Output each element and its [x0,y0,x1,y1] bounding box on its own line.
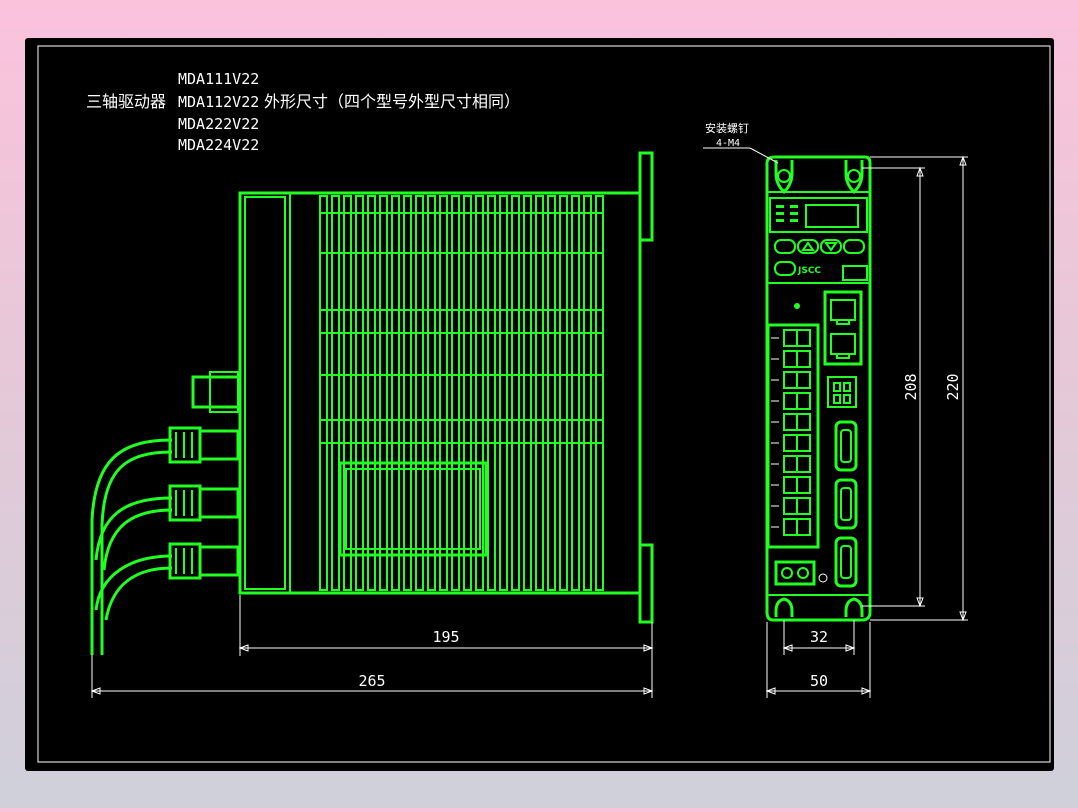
drawing-stage: MDA111V22 三轴驱动器 MDA112V22 外形尺寸（四个型号外型尺寸相… [0,0,1078,808]
dim-width: 50 [810,672,828,690]
model-2: MDA112V22 [178,93,259,111]
model-4: MDA224V22 [178,136,259,154]
callout-screw: 安装螺钉 [705,121,749,135]
callout-spec: 4-M4 [716,138,740,149]
dim-hole-height: 208 [902,373,920,400]
dim-height: 220 [944,373,962,400]
cad-drawing: MDA111V22 三轴驱动器 MDA112V22 外形尺寸（四个型号外型尺寸相… [25,38,1054,771]
title-suffix: 外形尺寸（四个型号外型尺寸相同） [264,92,520,111]
dim-body-length: 195 [432,628,459,646]
model-3: MDA222V22 [178,115,259,133]
dim-hole-spacing: 32 [810,628,828,646]
model-1: MDA111V22 [178,70,259,88]
title-prefix: 三轴驱动器 [86,92,166,111]
dim-total-length: 265 [358,672,385,690]
panel-logo: JSCC [797,266,821,276]
